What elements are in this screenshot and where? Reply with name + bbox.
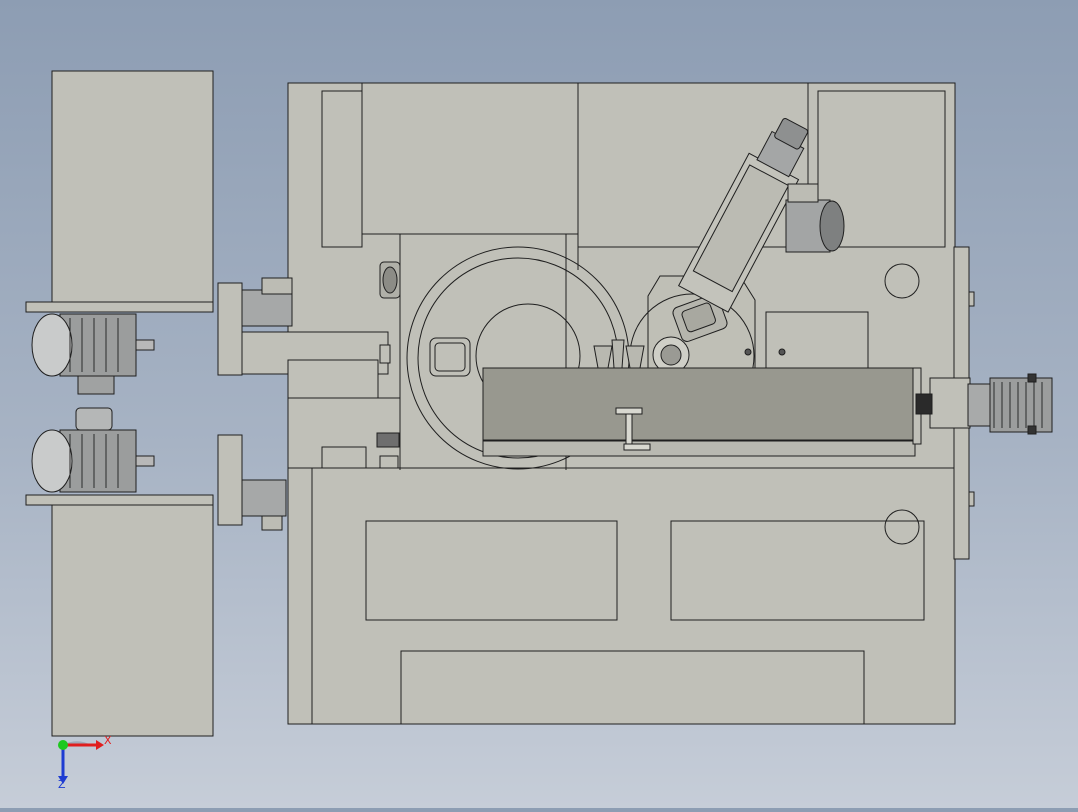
y-axis-dot	[58, 740, 68, 750]
machine-drawing: X Z	[25, 70, 1053, 791]
work-rest-slide[interactable]	[482, 367, 922, 457]
right-end-motor[interactable]	[967, 373, 1053, 435]
left-spindle-housing	[239, 331, 401, 469]
x-axis-head	[96, 740, 104, 750]
cad-viewport[interactable]: X Z	[0, 0, 1078, 808]
upper-left-cabinet[interactable]	[25, 70, 214, 313]
upper-left-drive-motor[interactable]	[31, 313, 155, 395]
z-axis-label: Z	[58, 778, 66, 791]
coupling	[75, 407, 113, 431]
guide-roller	[379, 261, 401, 299]
lower-servo-bracket	[217, 434, 287, 531]
lower-left-cabinet[interactable]	[25, 494, 214, 737]
lower-left-drive-motor[interactable]	[31, 429, 155, 493]
coordinate-triad: X Z	[58, 734, 112, 791]
x-axis-label: X	[104, 734, 112, 747]
